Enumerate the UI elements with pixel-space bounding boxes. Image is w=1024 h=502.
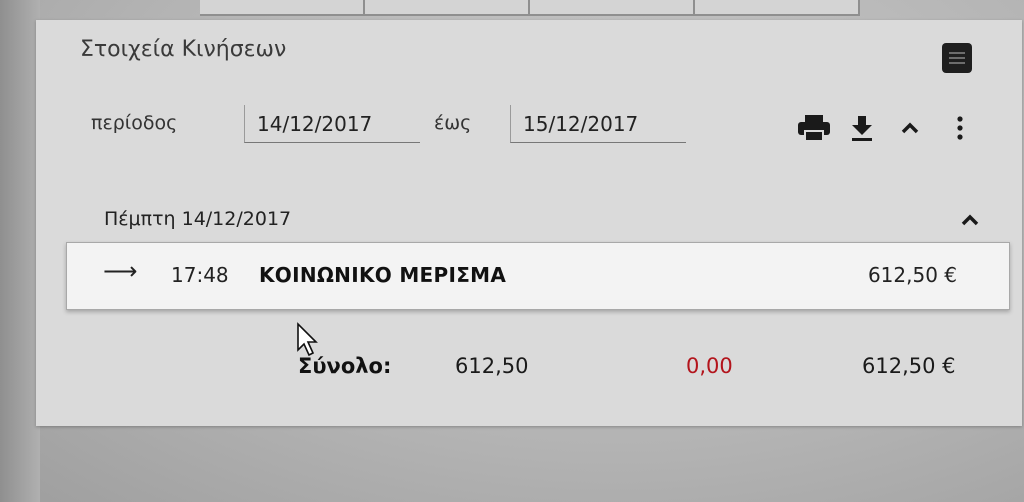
transaction-amount: 612,50 €	[867, 263, 957, 287]
download-icon[interactable]	[848, 114, 876, 142]
period-label: περίοδος	[91, 112, 178, 134]
date-to-field[interactable]: 15/12/2017	[510, 105, 686, 143]
day-group-header[interactable]: Πέμπτη 14/12/2017	[104, 208, 291, 230]
collapse-chevron-up-icon[interactable]	[898, 114, 922, 142]
total-credit: 612,50	[455, 354, 529, 378]
total-balance: 612,50 €	[862, 354, 956, 378]
transaction-time: 17:48	[171, 263, 229, 287]
panel-menu-icon[interactable]	[942, 43, 972, 73]
window-edge	[0, 0, 40, 502]
print-icon[interactable]	[796, 114, 832, 142]
to-label: έως	[434, 112, 472, 134]
top-tab-bar	[200, 0, 860, 16]
arrow-right-icon: ⟶	[103, 257, 138, 285]
top-tab[interactable]	[365, 0, 530, 16]
panel-title: Στοιχεία Κινήσεων	[80, 37, 287, 62]
transactions-panel: Στοιχεία Κινήσεων περίοδος 14/12/2017 έω…	[36, 20, 1022, 426]
transaction-description: ΚΟΙΝΩΝΙΚΟ ΜΕΡΙΣΜΑ	[259, 263, 507, 287]
top-tab[interactable]	[695, 0, 860, 16]
mouse-cursor-icon	[297, 322, 318, 357]
top-tab[interactable]	[200, 0, 365, 16]
total-debit: 0,00	[686, 354, 733, 378]
top-tab[interactable]	[530, 0, 695, 16]
more-vertical-icon[interactable]	[948, 114, 972, 142]
transaction-row[interactable]: ⟶ 17:48 ΚΟΙΝΩΝΙΚΟ ΜΕΡΙΣΜΑ 612,50 €	[66, 242, 1010, 310]
day-group-chevron-up-icon[interactable]	[958, 210, 982, 230]
date-from-field[interactable]: 14/12/2017	[244, 105, 420, 143]
